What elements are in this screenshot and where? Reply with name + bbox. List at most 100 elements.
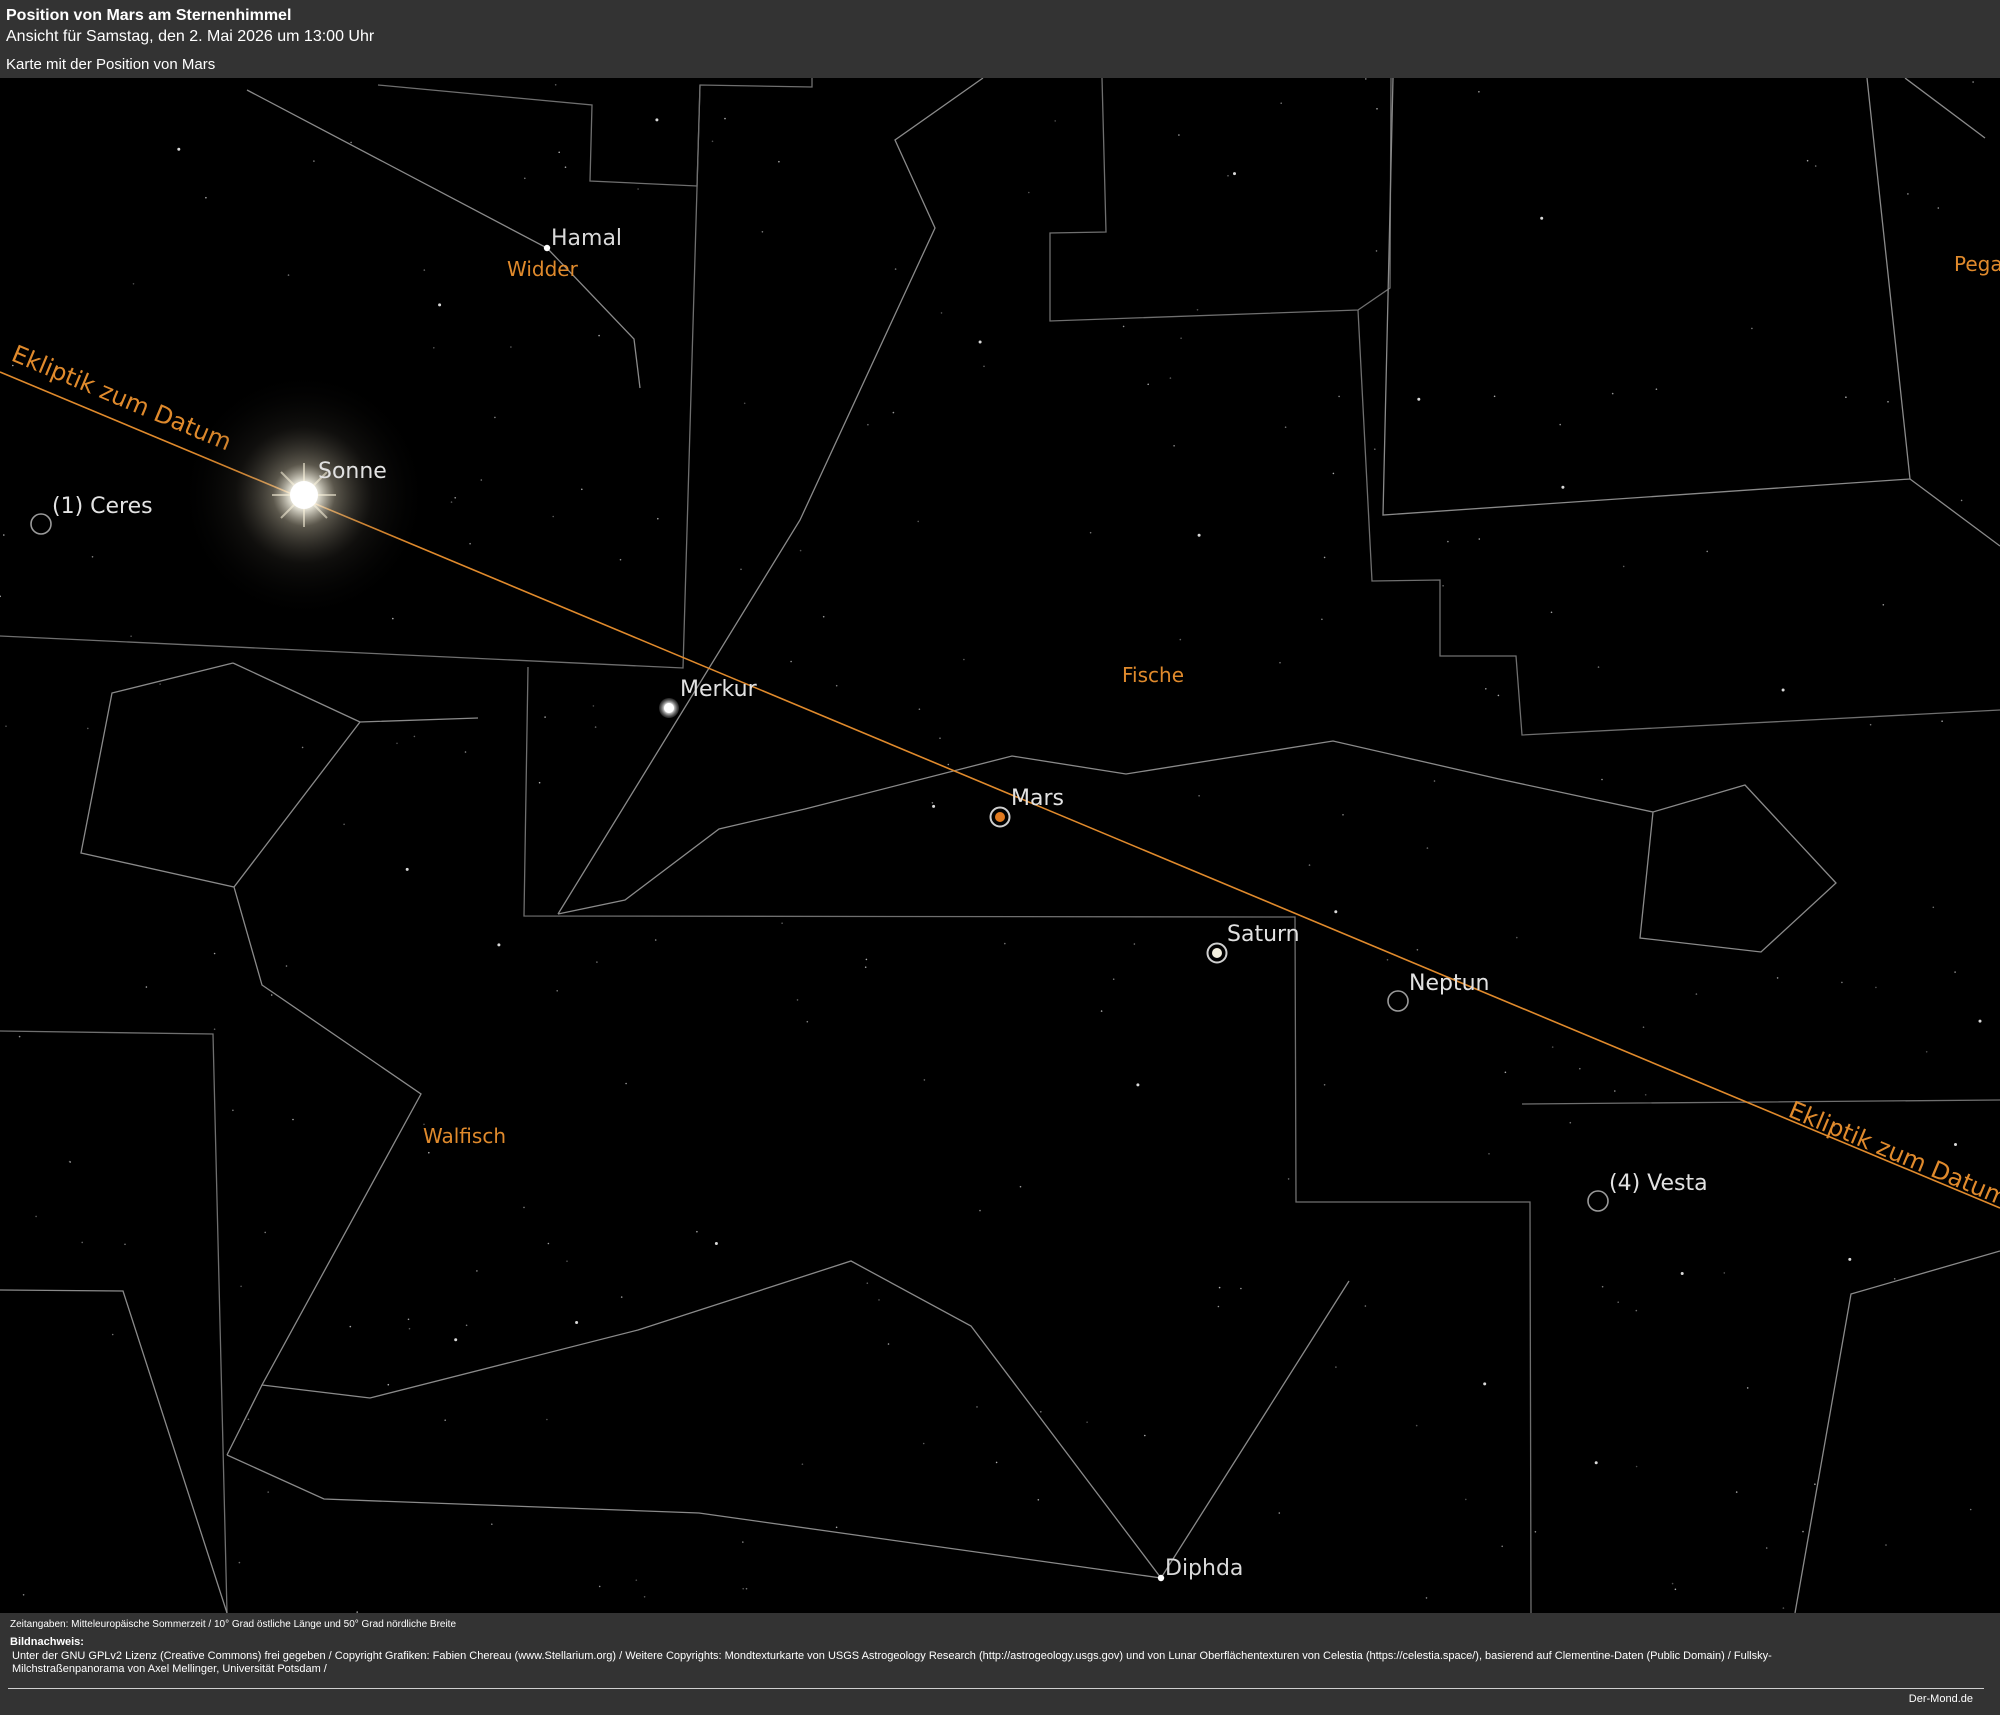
background-star [1617, 1301, 1619, 1303]
background-star [177, 147, 181, 151]
footer: Zeitangaben: Mitteleuropäische Sommerzei… [0, 1613, 2000, 1715]
background-star [1869, 723, 1872, 726]
background-star [1433, 780, 1436, 782]
background-star [491, 1523, 493, 1525]
background-star [544, 716, 546, 718]
background-star [1695, 993, 1698, 995]
background-star [480, 479, 483, 481]
background-star [413, 735, 416, 738]
constellation-label-cetus: Walfisch [423, 1124, 506, 1148]
background-star [87, 727, 89, 730]
background-star [1644, 1094, 1647, 1096]
background-star [778, 160, 780, 163]
background-star [995, 1461, 998, 1464]
background-star [978, 340, 982, 344]
background-star [740, 568, 742, 571]
background-star [1122, 325, 1125, 328]
background-star [454, 1338, 458, 1342]
background-star [1601, 778, 1603, 781]
constellation-label-aries: Widder [507, 257, 579, 281]
page-title: Position von Mars am Sternenhimmel [6, 7, 292, 24]
site-link[interactable]: Der-Mond.de [1909, 1693, 1973, 1705]
background-star [643, 1596, 646, 1598]
background-star [1559, 423, 1561, 426]
background-star [35, 1215, 37, 1218]
background-star [1941, 720, 1943, 722]
background-star [469, 542, 471, 545]
background-star [1674, 1588, 1677, 1591]
background-star [1425, 1597, 1428, 1599]
background-star [287, 274, 290, 276]
background-star [1287, 1178, 1290, 1180]
background-star [1806, 159, 1809, 162]
background-star [1037, 1499, 1040, 1501]
background-star [524, 177, 526, 180]
saturn-label: Saturn [1227, 922, 1300, 947]
background-star [1887, 401, 1889, 403]
background-star [1136, 1083, 1140, 1087]
background-star [292, 1118, 294, 1121]
sun-marker [179, 370, 429, 620]
background-star [806, 1020, 809, 1023]
background-star [213, 1028, 216, 1030]
background-star [546, 1418, 548, 1421]
background-star [1376, 108, 1378, 110]
background-star [1781, 688, 1785, 692]
credits-heading: Bildnachweis: [10, 1636, 84, 1648]
background-star [979, 1209, 981, 1212]
background-star [1465, 1498, 1467, 1501]
background-star [657, 517, 659, 520]
background-star [1365, 78, 1367, 80]
background-star [1342, 814, 1344, 816]
background-star [145, 986, 148, 988]
background-star [1516, 936, 1518, 939]
background-star [742, 1541, 744, 1543]
background-star [301, 746, 304, 749]
footer-divider [8, 1688, 1984, 1689]
background-star [918, 708, 921, 710]
background-star [594, 726, 597, 728]
background-star [1323, 556, 1326, 559]
page-subtitle: Ansicht für Samstag, den 2. Mai 2026 um … [6, 28, 375, 45]
background-star [247, 1418, 250, 1421]
background-star [1680, 1272, 1684, 1275]
background-star [1375, 250, 1378, 252]
background-star [1447, 540, 1449, 543]
background-star [349, 1325, 352, 1328]
background-star [124, 1243, 126, 1246]
time-note: Zeitangaben: Mitteleuropäische Sommerzei… [10, 1619, 457, 1630]
background-star [1483, 1382, 1487, 1386]
background-star [1280, 102, 1282, 104]
ceres-label: (1) Ceres [52, 494, 153, 519]
background-star [3, 534, 5, 536]
background-star [947, 763, 950, 766]
background-star [81, 1241, 83, 1244]
background-star [1233, 172, 1236, 176]
background-star [1144, 1434, 1146, 1437]
background-star [743, 402, 746, 405]
background-star [1173, 445, 1175, 447]
background-star [5, 725, 7, 727]
background-star [1561, 485, 1565, 489]
background-star [564, 166, 567, 168]
mars-label: Mars [1011, 786, 1064, 811]
background-star [1932, 906, 1935, 909]
background-star [450, 501, 453, 503]
background-star [1551, 1046, 1554, 1048]
background-star [465, 1324, 468, 1327]
background-star [781, 922, 783, 924]
background-star [1504, 1071, 1507, 1074]
background-star [1426, 847, 1429, 849]
background-star [547, 1242, 550, 1245]
background-star [878, 1299, 880, 1301]
map-caption: Karte mit der Position von Mars [6, 56, 216, 73]
background-star [592, 705, 595, 707]
background-star [523, 1206, 525, 1209]
background-star [1240, 1287, 1242, 1290]
sky-background [0, 78, 2000, 1613]
background-star [408, 1327, 411, 1330]
background-star [1417, 397, 1421, 401]
background-star [654, 939, 657, 941]
background-star [1501, 1545, 1503, 1548]
background-star [1802, 1530, 1804, 1533]
